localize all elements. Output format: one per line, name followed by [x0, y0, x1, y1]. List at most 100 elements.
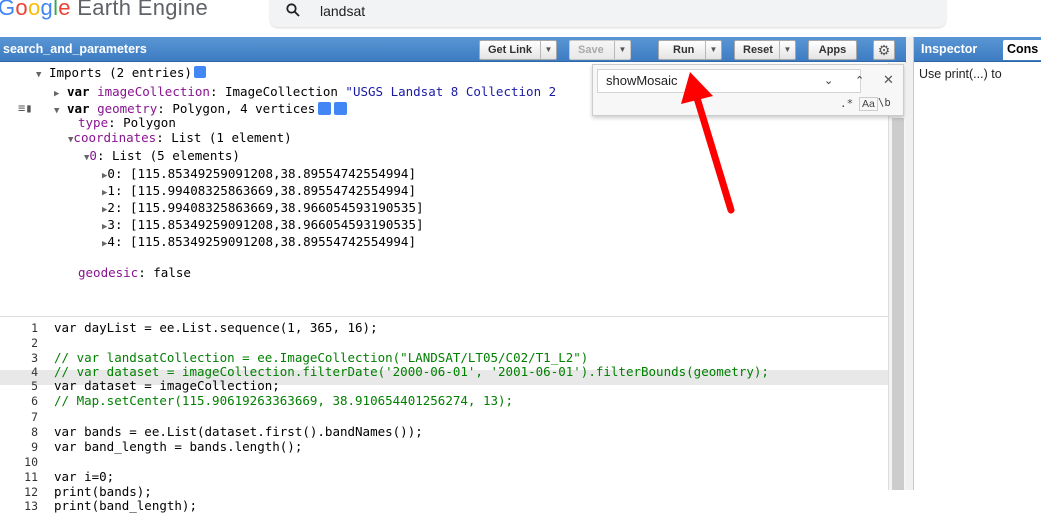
target-icon[interactable]: [334, 102, 348, 115]
whole-word-toggle[interactable]: \b: [878, 97, 891, 109]
logo-product-name: Earth Engine: [70, 0, 209, 20]
import-value: "USGS Landsat 8 Collection 2: [345, 84, 557, 99]
next-match-icon[interactable]: ⌄: [824, 74, 833, 87]
find-input[interactable]: showMosaic: [597, 69, 861, 93]
logo-letter: g: [40, 0, 54, 20]
code-line[interactable]: print(band_length);: [54, 499, 197, 513]
line-number: 13: [24, 499, 38, 513]
line-number: 4: [31, 365, 38, 379]
prop-key: coordinates: [73, 130, 157, 145]
right-panel-tabs: Inspector Cons: [914, 37, 1041, 62]
logo-letter: G: [0, 0, 16, 20]
chevron-down-icon[interactable]: ▼: [540, 41, 556, 59]
match-case-toggle[interactable]: Aa: [859, 97, 878, 111]
find-query: showMosaic: [606, 73, 678, 88]
code-line[interactable]: var band_length = bands.length();: [54, 440, 302, 454]
previous-match-icon[interactable]: ⌃: [855, 74, 864, 87]
chevron-down-icon[interactable]: ▼: [779, 41, 795, 59]
code-line[interactable]: var bands = ee.List(dataset.first().band…: [54, 425, 423, 439]
point-text: 3: [115.85349259091208,38.96605459319053…: [107, 217, 424, 232]
logo-letter: o: [27, 0, 41, 20]
point-text: 2: [115.99408325863669,38.96605459319053…: [107, 200, 424, 215]
save-label: Save: [578, 44, 604, 56]
coordinates-list[interactable]: ▼0: List (5 elements): [84, 149, 240, 165]
prop-value: : List (1 element): [156, 130, 292, 145]
geometry-type: type: Polygon: [78, 116, 176, 130]
coordinate-point[interactable]: ▶0: [115.85349259091208,38.8955474255499…: [102, 167, 416, 183]
editor-scrollbar[interactable]: [888, 63, 906, 490]
panel-splitter[interactable]: [906, 37, 913, 490]
coordinate-point[interactable]: ▶4: [115.85349259091208,38.8955474255499…: [102, 235, 416, 251]
import-keyword: var: [66, 101, 90, 116]
coordinate-point[interactable]: ▶3: [115.85349259091208,38.9660545931905…: [102, 218, 424, 234]
line-number: 11: [24, 470, 38, 484]
prop-key: geodesic: [78, 265, 139, 280]
collapse-triangle-icon[interactable]: ▼: [54, 106, 59, 116]
geometry-geodesic: geodesic: false: [78, 266, 191, 280]
find-widget: showMosaic ⌄ ⌃ ✕ .* Aa \b: [592, 64, 904, 116]
tab-inspector[interactable]: Inspector: [921, 42, 977, 56]
line-number: 7: [31, 410, 38, 424]
chevron-down-icon[interactable]: ▼: [614, 41, 630, 59]
imports-divider: [0, 316, 888, 317]
expand-triangle-icon[interactable]: ▶: [54, 89, 59, 99]
gear-icon[interactable]: ⚙: [873, 40, 895, 60]
run-button[interactable]: Run ▼: [658, 40, 722, 60]
right-panel: Inspector Cons Use print(...) to: [913, 37, 1041, 490]
coordinate-point[interactable]: ▶1: [115.99408325863669,38.8955474255499…: [102, 184, 416, 200]
code-line[interactable]: var i=0;: [54, 470, 114, 484]
import-imagecollection[interactable]: ▶ var imageCollection: ImageCollection "…: [54, 85, 556, 101]
imports-summary-text: Imports (2 entries): [48, 65, 192, 80]
tab-console[interactable]: Cons: [1003, 40, 1041, 60]
close-icon[interactable]: ✕: [883, 72, 894, 88]
point-text: 1: [115.99408325863669,38.89554742554994…: [107, 183, 416, 198]
search-query[interactable]: landsat: [320, 3, 365, 19]
line-number: 6: [31, 394, 38, 408]
reset-label: Reset: [743, 44, 773, 56]
search-icon: [286, 3, 300, 17]
settings-icon[interactable]: [318, 102, 332, 115]
prop-value: : Polygon: [108, 115, 176, 130]
line-number: 9: [31, 440, 38, 454]
save-button[interactable]: Save ▼: [569, 40, 631, 60]
imports-summary[interactable]: ▼ Imports (2 entries): [36, 66, 206, 82]
earth-engine-logo[interactable]: Google Earth Engine: [0, 0, 208, 22]
point-text: 4: [115.85349259091208,38.89554742554994…: [107, 234, 416, 249]
line-number: 1: [31, 321, 38, 335]
top-bar: Google Earth Engine landsat: [0, 0, 1041, 37]
reset-button[interactable]: Reset ▼: [734, 40, 796, 60]
import-name[interactable]: geometry: [97, 101, 157, 116]
edit-delete-icons[interactable]: ≡▮: [18, 101, 32, 115]
code-line[interactable]: // var landsatCollection = ee.ImageColle…: [54, 351, 588, 365]
code-line[interactable]: print(bands);: [54, 485, 152, 499]
import-type: : ImageCollection: [209, 84, 346, 99]
code-editor[interactable]: ▼ Imports (2 entries) ▶ var imageCollect…: [0, 63, 888, 513]
import-name[interactable]: imageCollection: [97, 84, 210, 99]
editor-toolbar: search_and_parameters Get Link ▼ Save ▼ Ru…: [0, 37, 906, 62]
logo-letter: o: [15, 0, 28, 20]
line-number: 8: [31, 425, 38, 439]
prop-value: : false: [138, 265, 191, 280]
code-line[interactable]: var dataset = imageCollection;: [54, 379, 280, 393]
collapse-triangle-icon[interactable]: ▼: [36, 70, 41, 80]
coordinate-point[interactable]: ▶2: [115.99408325863669,38.9660545931905…: [102, 201, 424, 217]
chevron-down-icon[interactable]: ▼: [705, 41, 721, 59]
point-text: 0: [115.85349259091208,38.89554742554994…: [107, 166, 416, 181]
search-input[interactable]: landsat: [270, 0, 946, 27]
apps-button[interactable]: Apps: [808, 40, 857, 60]
code-line[interactable]: // var dataset = imageCollection.filterD…: [54, 365, 769, 379]
code-line[interactable]: // Map.setCenter(115.90619263363669, 38.…: [54, 394, 513, 408]
line-number: 12: [24, 485, 38, 499]
geometry-coordinates[interactable]: ▼coordinates: List (1 element): [68, 131, 292, 147]
line-number: 2: [31, 336, 38, 350]
show-generated-code-icon[interactable]: [193, 66, 206, 78]
run-label: Run: [673, 44, 695, 56]
get-link-label: Get Link: [488, 44, 533, 56]
line-number: 3: [31, 351, 38, 365]
logo-letter: e: [58, 0, 71, 20]
scroll-thumb[interactable]: [892, 118, 904, 490]
regex-toggle[interactable]: .*: [840, 97, 853, 110]
code-line[interactable]: var dayList = ee.List.sequence(1, 365, 1…: [54, 321, 378, 335]
apps-label: Apps: [818, 44, 847, 56]
get-link-button[interactable]: Get Link ▼: [479, 40, 557, 60]
